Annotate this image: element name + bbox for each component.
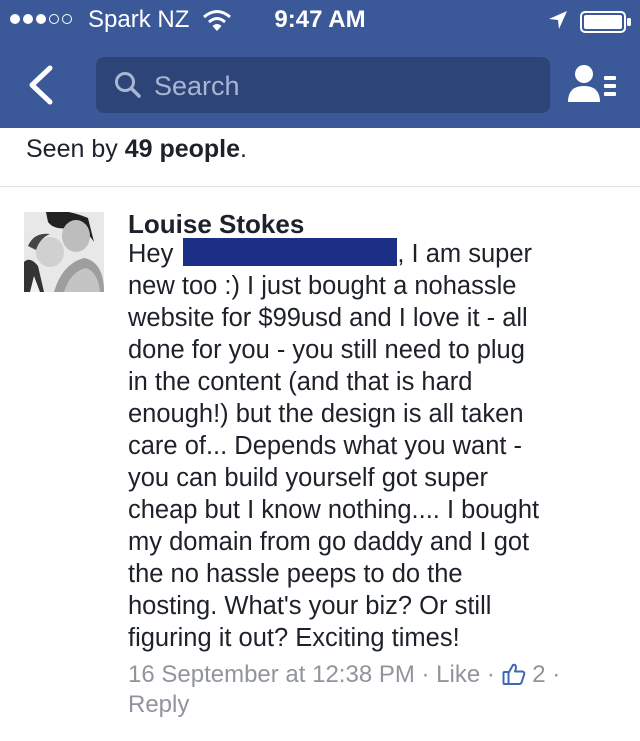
- search-input[interactable]: Search: [96, 57, 550, 113]
- comment-line: care of... Depends what you want -: [128, 432, 523, 460]
- seen-by-count[interactable]: 49 people: [125, 135, 240, 163]
- seen-by-prefix: Seen by: [26, 135, 118, 163]
- navigation-bar: Search: [0, 44, 640, 128]
- comment-greeting: Hey: [128, 240, 174, 268]
- comment-line: Hey , I am super: [128, 238, 628, 270]
- comment-line: the no hassle peeps to do the: [128, 560, 463, 588]
- comment-line: cheap but I know nothing.... I bought: [128, 496, 540, 524]
- comment-line: you can build yourself got super: [128, 464, 489, 492]
- search-placeholder: Search: [154, 71, 240, 101]
- status-bar: Spark NZ 9:47 AM: [0, 0, 640, 40]
- comment-line: figuring it out? Exciting times!: [128, 624, 460, 652]
- seen-by-suffix: .: [240, 135, 247, 163]
- meta-separator: ·: [480, 661, 502, 688]
- friends-list-icon[interactable]: [566, 62, 618, 108]
- comment-body: Hey , I am super new too :) I just bought…: [128, 238, 628, 654]
- back-chevron-icon[interactable]: [22, 64, 62, 106]
- like-thumb-icon: [502, 663, 525, 685]
- comment-line: done for you - you still need to plug: [128, 336, 525, 364]
- meta-separator: ·: [414, 661, 437, 688]
- reply-link[interactable]: Reply: [128, 691, 189, 718]
- comment-line: my domain from go daddy and I got: [128, 528, 530, 556]
- comment-meta: 16 September at 12:38 PM · Like · 2 · Re…: [128, 660, 628, 720]
- comment-line-text: , I am super: [397, 240, 532, 268]
- comment: Louise Stokes Hey , I am super new too :)…: [128, 207, 628, 720]
- search-icon: [115, 72, 141, 98]
- redacted-name: [183, 238, 398, 266]
- location-arrow-icon: [549, 11, 567, 29]
- comment-line: hosting. What's your biz? Or still: [128, 592, 492, 620]
- meta-separator: ·: [545, 661, 561, 688]
- like-link[interactable]: Like: [436, 661, 480, 688]
- like-count[interactable]: 2: [532, 661, 545, 688]
- avatar-photo: [24, 212, 104, 292]
- comment-author[interactable]: Louise Stokes: [128, 207, 628, 241]
- comment-timestamp[interactable]: 16 September at 12:38 PM: [128, 661, 415, 688]
- app-header: Spark NZ 9:47 AM Search: [0, 0, 640, 128]
- seen-by-row: Seen by 49 people.: [0, 128, 640, 187]
- avatar[interactable]: [24, 212, 104, 292]
- status-time: 9:47 AM: [274, 6, 366, 33]
- comment-line: website for $99usd and I love it - all: [128, 304, 528, 332]
- comment-line: in the content (and that is hard: [128, 368, 473, 396]
- seen-by-text: Seen by 49 people.: [26, 132, 247, 166]
- comment-line: enough!) but the design is all taken: [128, 400, 524, 428]
- battery-icon: [580, 11, 631, 33]
- comment-line: new too :) I just bought a nohassle: [128, 272, 517, 300]
